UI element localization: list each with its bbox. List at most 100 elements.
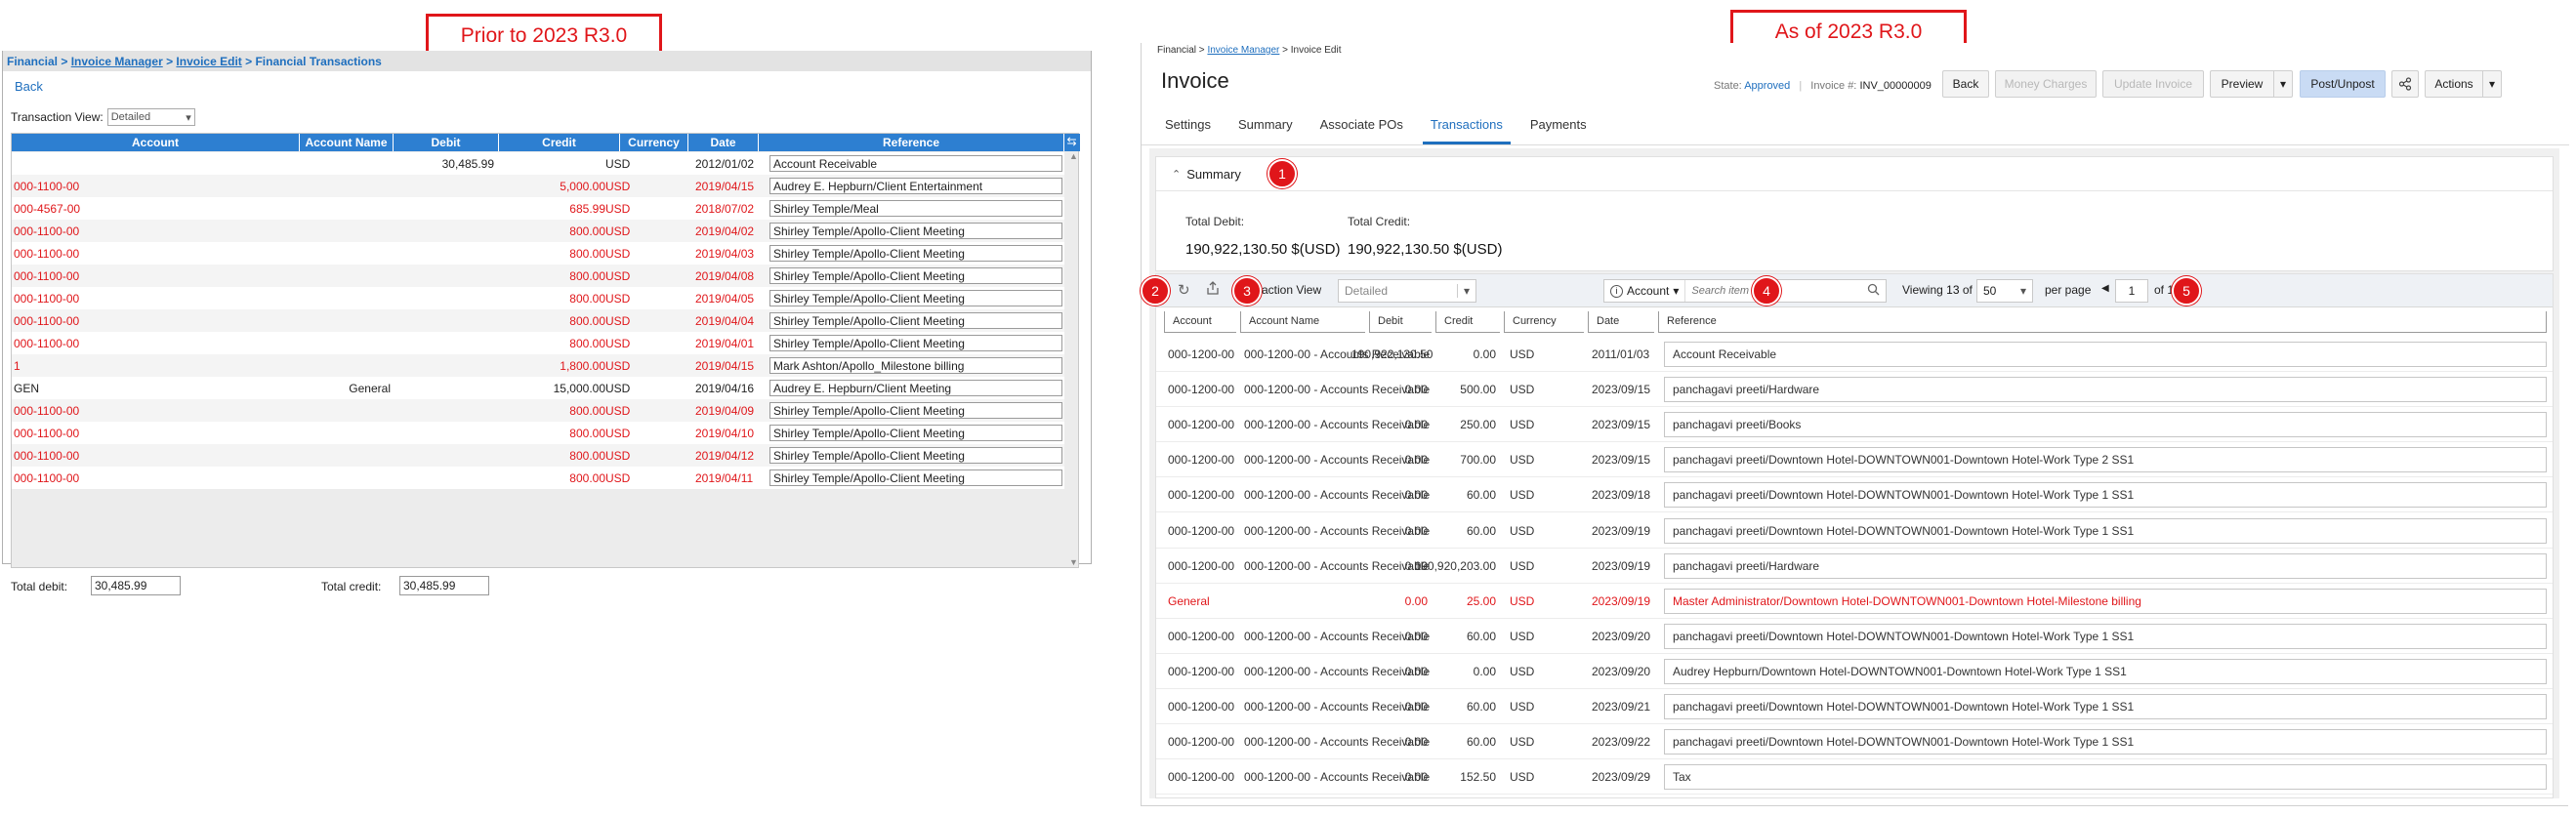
old-cell-credit: 5,000.00 <box>560 180 605 193</box>
grid-row[interactable]: General 0.00 25.00 USD 2023/09/19 Master Admi… <box>1156 584 2553 619</box>
old-transaction-view-select[interactable]: Detailed ▾ <box>106 108 195 126</box>
grid-row[interactable]: 000-1200-00 000-1200-00 - Accounts Receiv… <box>1156 407 2553 443</box>
share-icon <box>2398 77 2412 91</box>
col-credit[interactable]: Credit <box>1435 311 1500 333</box>
preview-dropdown-button[interactable]: ▾ <box>2273 70 2293 98</box>
cell-reference[interactable]: Tax <box>1664 764 2547 791</box>
old-cell-reference[interactable]: Shirley Temple/Meal <box>769 200 1062 217</box>
total-credit-label: Total Credit: <box>1348 215 1411 228</box>
cell-reference[interactable]: Audrey Hepburn/Downtown Hotel-DOWNTOWN00… <box>1664 658 2547 684</box>
cell-reference[interactable]: panchagavi preeti/Hardware <box>1664 377 2547 403</box>
money-charges-button[interactable]: Money Charges <box>1995 70 2097 98</box>
new-invoice-panel: Financial > Invoice Manager > Invoice Ed… <box>1141 43 2569 806</box>
col-debit[interactable]: Debit <box>1369 311 1432 333</box>
tab-transactions[interactable]: Transactions <box>1417 109 1517 144</box>
preview-button[interactable]: Preview <box>2210 70 2274 98</box>
update-invoice-button[interactable]: Update Invoice <box>2102 70 2204 98</box>
col-account-name[interactable]: Account Name <box>1240 311 1365 333</box>
scroll-down-icon[interactable]: ▼ <box>1069 557 1078 567</box>
old-cell-reference[interactable]: Shirley Temple/Apollo-Client Meeting <box>769 425 1062 441</box>
prev-page-icon[interactable]: ◀ <box>2101 283 2109 294</box>
old-cell-account: 1 <box>14 359 21 373</box>
old-cell-reference[interactable]: Shirley Temple/Apollo-Client Meeting <box>769 267 1062 284</box>
old-cell-reference[interactable]: Audrey E. Hepburn/Client Meeting <box>769 380 1062 396</box>
search-field-select[interactable]: i Account ▾ <box>1604 280 1686 302</box>
post-unpost-button[interactable]: Post/Unpost <box>2300 70 2386 98</box>
old-col-account-name[interactable]: Account Name <box>300 134 394 151</box>
old-total-debit-field: 30,485.99 <box>91 576 181 595</box>
old-back-link[interactable]: Back <box>15 79 43 94</box>
old-col-account[interactable]: Account <box>12 134 300 151</box>
old-col-reference[interactable]: Reference <box>759 134 1064 151</box>
old-cell-reference[interactable]: Shirley Temple/Apollo-Client Meeting <box>769 335 1062 351</box>
summary-toggle[interactable]: ⌃ Summary <box>1172 167 1241 182</box>
per-page-select[interactable]: 50 ▾ <box>1976 279 2033 303</box>
grid-row[interactable]: 000-1200-00 000-1200-00 - Accounts Receiv… <box>1156 337 2553 372</box>
col-reference[interactable]: Reference <box>1658 311 2547 333</box>
grid-row[interactable]: 000-1200-00 000-1200-00 - Accounts Receiv… <box>1156 724 2553 760</box>
cell-reference[interactable]: panchagavi preeti/Downtown Hotel-DOWNTOW… <box>1664 729 2547 755</box>
refresh-icon[interactable]: ↻ <box>1178 281 1190 299</box>
grid-row[interactable]: 000-1200-00 000-1200-00 - Accounts Receiv… <box>1156 477 2553 513</box>
old-col-credit[interactable]: Credit <box>499 134 620 151</box>
back-button[interactable]: Back <box>1942 70 1989 98</box>
cell-reference[interactable]: panchagavi preeti/Downtown Hotel-DOWNTOW… <box>1664 694 2547 719</box>
column-settings-icon[interactable]: ⇆ <box>1064 135 1079 150</box>
old-breadcrumb-invoice-edit[interactable]: Invoice Edit <box>176 55 241 68</box>
cell-reference[interactable]: panchagavi preeti/Downtown Hotel-DOWNTOW… <box>1664 517 2547 544</box>
old-cell-reference[interactable]: Shirley Temple/Apollo-Client Meeting <box>769 312 1062 329</box>
old-cell-reference[interactable]: Account Receivable <box>769 155 1062 172</box>
cell-credit: 60.00 <box>1466 629 1496 643</box>
old-cell-reference[interactable]: Shirley Temple/Apollo-Client Meeting <box>769 223 1062 239</box>
col-account[interactable]: Account <box>1164 311 1236 333</box>
cell-reference[interactable]: Master Administrator/Downtown Hotel-DOWN… <box>1664 588 2547 614</box>
grid-row[interactable]: 000-1200-00 000-1200-00 - Accounts Receiv… <box>1156 513 2553 549</box>
search-icon[interactable] <box>1861 283 1886 299</box>
grid-row[interactable]: 000-1200-00 000-1200-00 - Accounts Receiv… <box>1156 619 2553 654</box>
old-table-row: 000-1100-00 800.00 USD 2019/04/05 Shirley Te… <box>12 287 1064 309</box>
grid-row[interactable]: 000-1200-00 000-1200-00 - Accounts Receiv… <box>1156 689 2553 724</box>
grid-row[interactable]: 000-1200-00 000-1200-00 - Accounts Receiv… <box>1156 654 2553 689</box>
scroll-up-icon[interactable]: ▲ <box>1069 151 1078 161</box>
old-col-debit[interactable]: Debit <box>394 134 499 151</box>
actions-dropdown-button[interactable]: ▾ <box>2482 70 2502 98</box>
actions-button[interactable]: Actions <box>2425 70 2483 98</box>
transaction-view-select[interactable]: Detailed ▾ <box>1338 279 1476 303</box>
old-transaction-view-value: Detailed <box>110 111 151 123</box>
old-cell-reference[interactable]: Audrey E. Hepburn/Client Entertainment <box>769 178 1062 194</box>
tab-summary[interactable]: Summary <box>1225 109 1307 144</box>
col-date[interactable]: Date <box>1588 311 1654 333</box>
old-breadcrumb-financial: Financial <box>7 55 59 68</box>
cell-reference[interactable]: panchagavi preeti/Downtown Hotel-DOWNTOW… <box>1664 623 2547 649</box>
tab-payments[interactable]: Payments <box>1517 109 1600 144</box>
old-vertical-scrollbar[interactable]: ▲ ▼ <box>1068 151 1079 567</box>
page-input[interactable]: 1 <box>2115 279 2148 303</box>
old-cell-reference[interactable]: Shirley Temple/Apollo-Client Meeting <box>769 245 1062 262</box>
old-cell-reference[interactable]: Shirley Temple/Apollo-Client Meeting <box>769 290 1062 306</box>
export-icon[interactable] <box>1205 280 1221 299</box>
old-cell-reference[interactable]: Mark Ashton/Apollo_Milestone billing <box>769 357 1062 374</box>
share-button[interactable] <box>2391 70 2419 98</box>
cell-reference[interactable]: panchagavi preeti/Downtown Hotel-DOWNTOW… <box>1664 482 2547 509</box>
new-breadcrumb-invoice-manager[interactable]: Invoice Manager <box>1207 45 1279 56</box>
grid-row[interactable]: 000-1200-00 000-1200-00 - Accounts Receiv… <box>1156 549 2553 584</box>
old-cell-currency: USD <box>605 292 631 306</box>
cell-reference[interactable]: panchagavi preeti/Hardware <box>1664 552 2547 579</box>
old-breadcrumb-invoice-manager[interactable]: Invoice Manager <box>71 55 163 68</box>
old-cell-reference[interactable]: Shirley Temple/Apollo-Client Meeting <box>769 402 1062 419</box>
old-table-row: 000-1100-00 800.00 USD 2019/04/08 Shirley Te… <box>12 265 1064 287</box>
old-col-date[interactable]: Date <box>688 134 759 151</box>
col-currency[interactable]: Currency <box>1504 311 1584 333</box>
grid-row[interactable]: 000-1200-00 000-1200-00 - Accounts Receiv… <box>1156 372 2553 408</box>
tab-associate-pos[interactable]: Associate POs <box>1307 109 1417 144</box>
old-cell-reference[interactable]: Shirley Temple/Apollo-Client Meeting <box>769 469 1062 486</box>
old-col-currency[interactable]: Currency <box>620 134 688 151</box>
cell-reference[interactable]: panchagavi preeti/Books <box>1664 412 2547 438</box>
grid-row[interactable]: 000-1200-00 000-1200-00 - Accounts Receiv… <box>1156 759 2553 796</box>
cell-reference[interactable]: Account Receivable <box>1664 342 2547 367</box>
chevron-down-icon: ▾ <box>2019 284 2026 298</box>
cell-reference[interactable]: panchagavi preeti/Downtown Hotel-DOWNTOW… <box>1664 447 2547 473</box>
tab-settings[interactable]: Settings <box>1151 109 1225 144</box>
old-cell-reference[interactable]: Shirley Temple/Apollo-Client Meeting <box>769 447 1062 464</box>
grid-row[interactable]: 000-1200-00 000-1200-00 - Accounts Receiv… <box>1156 442 2553 478</box>
